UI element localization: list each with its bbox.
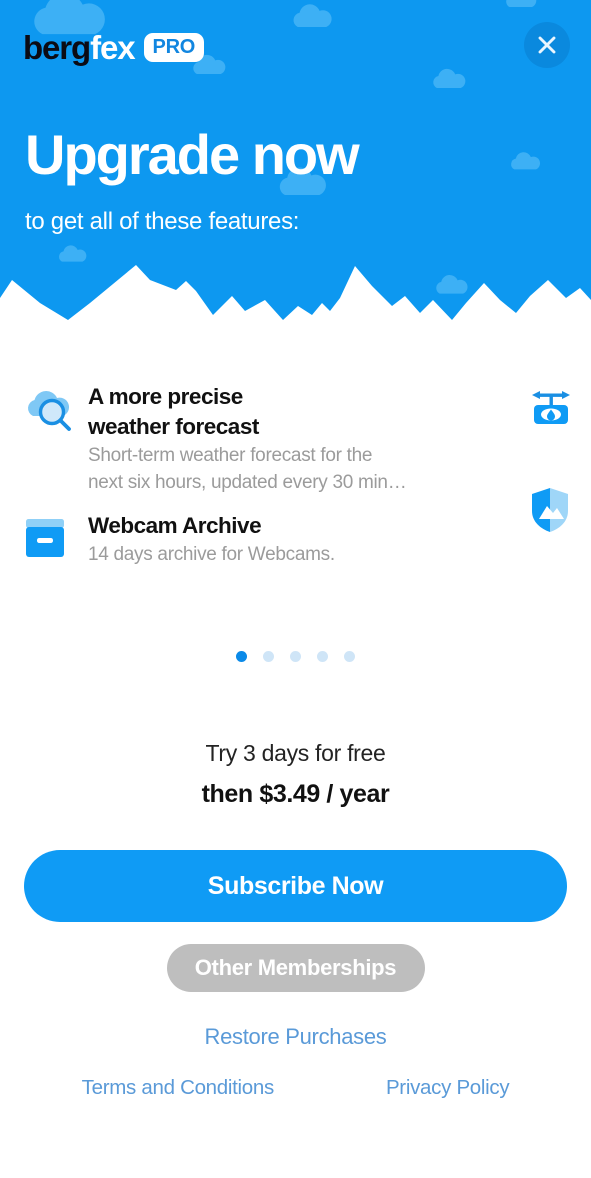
feature-description: 14 days archive for Webcams. bbox=[88, 544, 335, 566]
pro-badge-text: PRO bbox=[152, 35, 196, 58]
carousel-dot-1[interactable] bbox=[236, 651, 247, 662]
shield-mountain-icon bbox=[526, 481, 582, 533]
hero-banner: berg fex PRO Upgrade now to get all of th… bbox=[0, 0, 591, 368]
measure-eye-icon bbox=[526, 382, 582, 434]
feature-title: Webcam Archive bbox=[88, 512, 262, 538]
other-memberships-button[interactable]: Other Memberships bbox=[166, 944, 425, 992]
feature-item: M He th bbox=[526, 382, 591, 467]
feature-text-block: W or Au m bbox=[582, 481, 591, 596]
terms-and-conditions-link[interactable]: Terms and Conditions bbox=[82, 1076, 275, 1100]
features-carousel[interactable]: A more precise weather forecast Short-te… bbox=[0, 368, 591, 668]
slides-track: A more precise weather forecast Short-te… bbox=[0, 368, 591, 609]
carousel-pagination bbox=[0, 651, 591, 662]
cloud-magnifier-icon bbox=[22, 382, 78, 434]
carousel-dot-5[interactable] bbox=[344, 651, 355, 662]
privacy-policy-link[interactable]: Privacy Policy bbox=[386, 1076, 510, 1100]
price-text: then $3.49 / year bbox=[201, 780, 390, 808]
archive-box-icon bbox=[22, 511, 78, 563]
page-title: Upgrade now bbox=[25, 123, 360, 186]
close-button[interactable] bbox=[524, 22, 570, 68]
carousel-slide: A more precise weather forecast Short-te… bbox=[0, 368, 504, 609]
pricing-block: Try 3 days for free then $3.49 / year bbox=[0, 740, 591, 809]
feature-text-block: A more precise weather forecast Short-te… bbox=[78, 382, 407, 497]
feature-text-block: Webcam Archive 14 days archive for Webca… bbox=[78, 511, 335, 569]
carousel-dot-3[interactable] bbox=[290, 651, 301, 662]
mountain-silhouette bbox=[0, 265, 591, 368]
feature-text-block: M He th bbox=[582, 382, 591, 467]
feature-description: Short-term weather forecast for the next… bbox=[88, 445, 407, 493]
carousel-dot-4[interactable] bbox=[317, 651, 328, 662]
upgrade-paywall-screen: berg fex PRO Upgrade now to get all of th… bbox=[0, 0, 591, 1178]
logo-fex-text: fex bbox=[90, 28, 136, 66]
trial-text: Try 3 days for free bbox=[205, 740, 386, 766]
restore-purchases-link[interactable]: Restore Purchases bbox=[0, 1024, 591, 1050]
close-icon bbox=[538, 36, 556, 54]
carousel-dot-2[interactable] bbox=[263, 651, 274, 662]
carousel-slide: M He th W or Au m bbox=[504, 368, 591, 609]
subscribe-button[interactable]: Subscribe Now bbox=[24, 850, 567, 922]
pro-badge: PRO bbox=[143, 32, 204, 62]
feature-title: A more precise weather forecast bbox=[88, 384, 259, 439]
feature-item: A more precise weather forecast Short-te… bbox=[22, 382, 504, 497]
feature-item: Webcam Archive 14 days archive for Webca… bbox=[22, 511, 504, 569]
page-subtitle: to get all of these features: bbox=[25, 208, 300, 235]
logo-berg-text: berg bbox=[23, 28, 91, 66]
feature-item: W or Au m bbox=[526, 481, 591, 596]
footer-links: Terms and Conditions Privacy Policy bbox=[0, 1076, 591, 1100]
bergfex-pro-logo: berg fex PRO bbox=[23, 27, 204, 67]
